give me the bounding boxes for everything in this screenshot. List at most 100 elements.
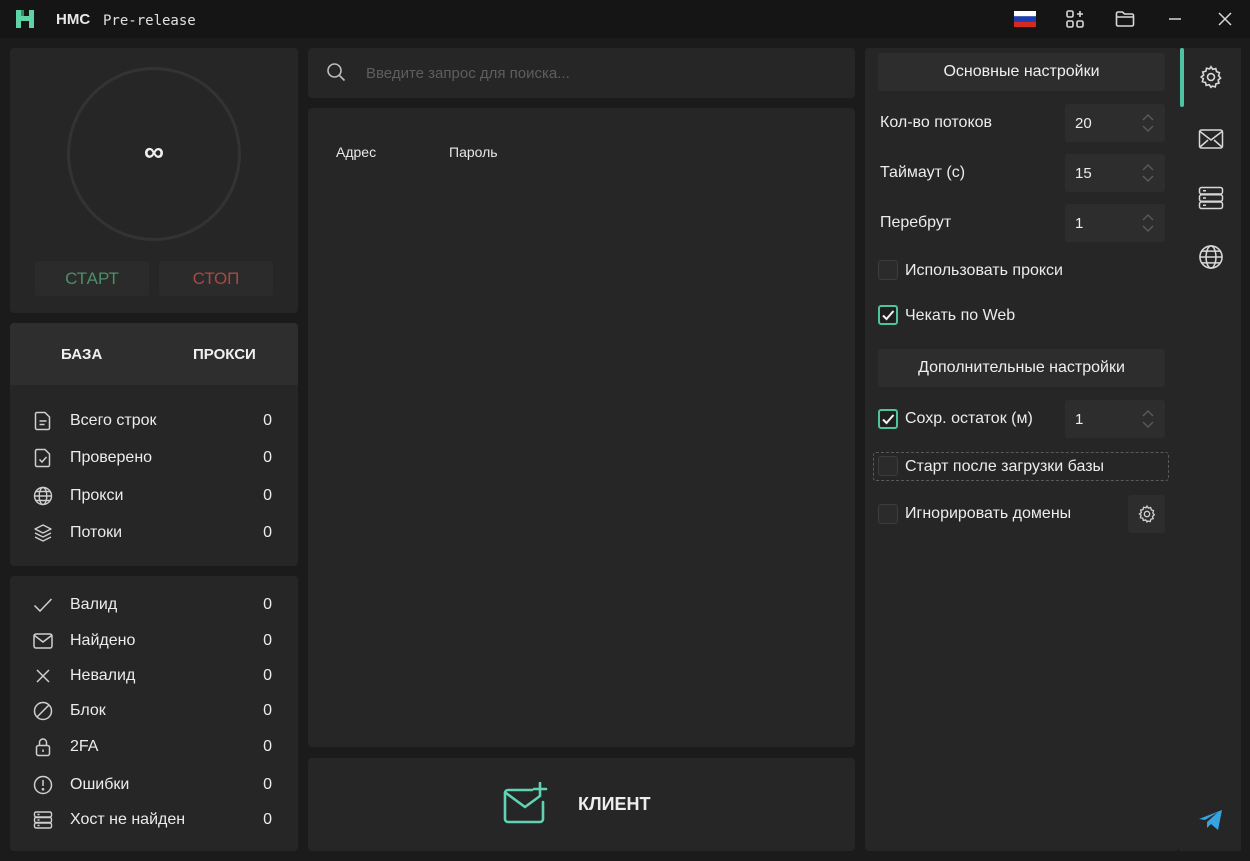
timeout-value: 15 — [1075, 165, 1092, 182]
app-name: HMC — [56, 11, 91, 28]
stat-label: Валид — [70, 596, 118, 613]
close-icon[interactable] — [1214, 8, 1236, 30]
start-button[interactable]: СТАРТ — [35, 261, 149, 296]
stat-row-proxy: Прокси 0 — [10, 484, 298, 508]
database-icon[interactable] — [1196, 183, 1226, 213]
stat-row-valid: Валид 0 — [10, 593, 298, 617]
save-rest-checkbox[interactable] — [878, 409, 898, 429]
use-proxy-label[interactable]: Использовать прокси — [905, 262, 1063, 280]
progress-ring: ∞ — [67, 67, 241, 241]
column-header-password[interactable]: Пароль — [449, 144, 498, 160]
stat-value: 0 — [263, 524, 272, 541]
counter-value: ∞ — [144, 136, 164, 167]
stat-label: Ошибки — [70, 776, 130, 793]
mail-icon[interactable] — [1196, 124, 1226, 154]
stat-row-checked: Проверено 0 — [10, 446, 298, 470]
stat-row-invalid: Невалид 0 — [10, 664, 298, 688]
use-proxy-checkbox[interactable] — [878, 260, 898, 280]
stat-row-errors: Ошибки 0 — [10, 773, 298, 797]
rebrute-spinbox[interactable]: 1 — [1065, 204, 1165, 242]
save-rest-value: 1 — [1075, 411, 1084, 428]
globe-icon[interactable] — [1196, 242, 1226, 272]
search-icon — [327, 63, 346, 82]
save-rest-spinbox[interactable]: 1 — [1065, 400, 1165, 438]
stat-value: 0 — [263, 487, 272, 504]
tab-proxy[interactable]: ПРОКСИ — [193, 323, 256, 385]
stat-label: Хост не найден — [70, 811, 186, 828]
spin-arrows-icon[interactable] — [1141, 113, 1155, 133]
stat-row-threads: Потоки 0 — [10, 521, 298, 545]
start-after-load-label[interactable]: Старт после загрузки базы — [905, 458, 1104, 476]
stat-value: 0 — [263, 738, 272, 755]
stat-row-host-not-found: Хост не найден 0 — [10, 808, 298, 832]
language-flag-icon[interactable] — [1014, 8, 1036, 30]
threads-label: Кол-во потоков — [880, 114, 993, 131]
spin-arrows-icon[interactable] — [1141, 213, 1155, 233]
results-table: Адрес Пароль — [308, 108, 855, 747]
stat-value: 0 — [263, 776, 272, 793]
title-bar: HMC Pre-release — [0, 0, 1250, 38]
stat-row-blocked: Блок 0 — [10, 699, 298, 723]
stat-label: Найдено — [70, 632, 136, 649]
server-icon — [32, 809, 54, 831]
stat-label: Блок — [70, 702, 106, 719]
side-rail — [1179, 48, 1241, 851]
client-button-label: КЛИЕНТ — [578, 794, 651, 814]
tab-base[interactable]: БАЗА — [61, 323, 102, 385]
app-release-tag: Pre-release — [103, 13, 196, 29]
stat-label: Всего строк — [70, 412, 157, 429]
layers-icon — [32, 522, 54, 544]
check-web-checkbox[interactable] — [878, 305, 898, 325]
block-icon — [32, 700, 54, 722]
timeout-spinbox[interactable]: 15 — [1065, 154, 1165, 192]
stat-value: 0 — [263, 811, 272, 828]
ignore-domains-checkbox[interactable] — [878, 504, 898, 524]
stat-label: Прокси — [70, 487, 124, 504]
add-module-icon[interactable] — [1064, 8, 1086, 30]
threads-value: 20 — [1075, 115, 1092, 132]
search-input[interactable] — [366, 58, 846, 88]
folder-icon[interactable] — [1114, 8, 1136, 30]
rebrute-value: 1 — [1075, 215, 1084, 232]
settings-icon[interactable] — [1196, 62, 1226, 92]
extra-settings-header: Дополнительные настройки — [878, 349, 1165, 387]
tab-bar: БАЗА ПРОКСИ — [10, 323, 298, 385]
column-header-address[interactable]: Адрес — [336, 144, 376, 160]
main-settings-header: Основные настройки — [878, 53, 1165, 91]
stat-value: 0 — [263, 412, 272, 429]
stat-value: 0 — [263, 667, 272, 684]
gear-icon — [1137, 504, 1155, 523]
mail-icon — [32, 630, 54, 652]
search-bar — [308, 48, 855, 98]
app-logo-icon — [14, 9, 36, 29]
ignore-domains-settings-button[interactable] — [1128, 495, 1165, 533]
stop-button[interactable]: СТОП — [159, 261, 273, 296]
stat-row-found: Найдено 0 — [10, 629, 298, 653]
stat-value: 0 — [263, 596, 272, 613]
alert-icon — [32, 774, 54, 796]
document-check-icon — [32, 447, 54, 469]
spin-arrows-icon[interactable] — [1141, 163, 1155, 183]
stat-label: Невалид — [70, 667, 136, 684]
start-after-load-checkbox[interactable] — [878, 456, 898, 476]
stat-value: 0 — [263, 449, 272, 466]
stat-row-2fa: 2FA 0 — [10, 735, 298, 759]
check-web-label[interactable]: Чекать по Web — [905, 307, 1015, 325]
spin-arrows-icon[interactable] — [1141, 409, 1155, 429]
stat-label: 2FA — [70, 738, 99, 755]
client-button[interactable]: КЛИЕНТ — [308, 758, 855, 851]
document-icon — [32, 410, 54, 432]
rebrute-label: Перебрут — [880, 214, 952, 231]
x-icon — [32, 665, 54, 687]
timeout-label: Таймаут (с) — [880, 164, 966, 181]
ignore-domains-label[interactable]: Игнорировать домены — [905, 505, 1071, 523]
threads-spinbox[interactable]: 20 — [1065, 104, 1165, 142]
stat-value: 0 — [263, 632, 272, 649]
active-indicator — [1180, 48, 1184, 107]
globe-icon — [32, 485, 54, 507]
stat-label: Проверено — [70, 449, 153, 466]
minimize-icon[interactable] — [1164, 8, 1186, 30]
save-rest-label[interactable]: Сохр. остаток (м) — [905, 410, 1033, 428]
telegram-icon[interactable] — [1196, 805, 1226, 835]
mail-add-icon — [503, 782, 548, 824]
